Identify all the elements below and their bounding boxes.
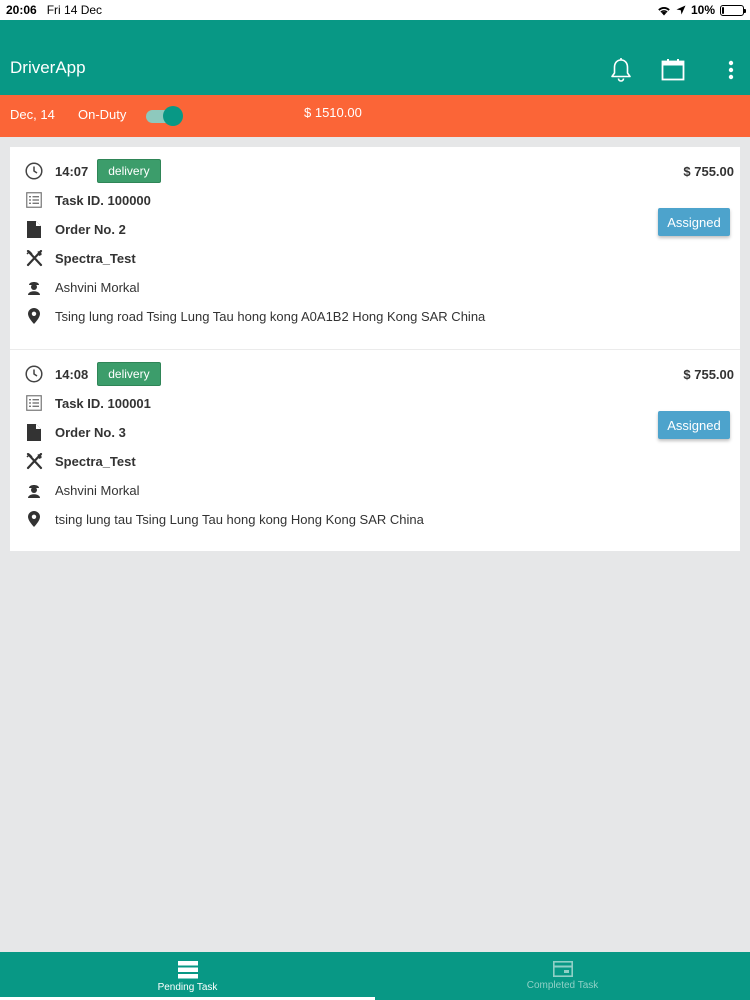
task-type-badge: delivery xyxy=(97,362,161,386)
list-icon xyxy=(24,393,44,413)
driver-icon xyxy=(24,277,44,297)
pending-list-icon xyxy=(177,961,198,979)
battery-fill xyxy=(722,6,724,14)
utensils-icon xyxy=(24,248,44,268)
address-row: tsing lung tau Tsing Lung Tau hong kong … xyxy=(24,508,424,530)
task-amount: $ 755.00 xyxy=(683,367,734,382)
order-number: Order No. 3 xyxy=(55,424,126,440)
document-icon xyxy=(24,219,44,239)
driver-icon xyxy=(24,480,44,500)
task-card[interactable]: 14:08 delivery $ 755.00 Task ID. 100001 … xyxy=(10,350,740,551)
restaurant-name: Spectra_Test xyxy=(55,453,136,469)
status-bar: 20:06 Fri 14 Dec 10% xyxy=(0,0,750,20)
tab-completed-task[interactable]: Completed Task xyxy=(375,952,750,1000)
list-icon xyxy=(24,190,44,210)
task-id: Task ID. 100001 xyxy=(55,395,151,411)
bottom-nav: Pending Task Completed Task xyxy=(0,952,750,1000)
on-duty-toggle[interactable] xyxy=(146,106,184,126)
calendar-button[interactable] xyxy=(658,55,688,85)
task-card[interactable]: 14:07 delivery $ 755.00 Task ID. 100000 … xyxy=(10,147,740,350)
task-time-row: 14:07 delivery xyxy=(24,159,161,183)
duty-label: On-Duty xyxy=(78,107,127,122)
calendar-icon xyxy=(661,59,685,81)
task-time-row: 14:08 delivery xyxy=(24,362,161,386)
task-type-badge: delivery xyxy=(97,159,161,183)
address-row: Tsing lung road Tsing Lung Tau hong kong… xyxy=(24,305,485,327)
order-row: Order No. 3 xyxy=(24,421,126,443)
location-pin-icon xyxy=(24,306,44,326)
app-bar-actions xyxy=(606,55,740,85)
bell-icon xyxy=(611,58,631,82)
location-arrow-icon xyxy=(676,5,686,15)
customer-row: Ashvini Morkal xyxy=(24,479,140,501)
tab-pending-task[interactable]: Pending Task xyxy=(0,952,375,1000)
status-time: 20:06 xyxy=(6,3,37,17)
status-date: Fri 14 Dec xyxy=(46,3,103,17)
duty-bar: Dec, 14 On-Duty $ 1510.00 xyxy=(0,95,750,137)
task-time: 14:07 xyxy=(55,163,89,179)
utensils-icon xyxy=(24,451,44,471)
clock-icon xyxy=(24,364,44,384)
total-amount: $ 1510.00 xyxy=(304,105,362,120)
battery-icon xyxy=(720,4,746,16)
task-address: Tsing lung road Tsing Lung Tau hong kong… xyxy=(55,308,486,324)
notifications-button[interactable] xyxy=(606,55,636,85)
more-vert-icon xyxy=(728,60,734,80)
customer-name: Ashvini Morkal xyxy=(55,482,140,498)
task-time: 14:08 xyxy=(55,366,89,382)
restaurant-name: Spectra_Test xyxy=(55,250,136,266)
assigned-status-button[interactable]: Assigned xyxy=(658,208,730,236)
document-icon xyxy=(24,422,44,442)
customer-name: Ashvini Morkal xyxy=(55,279,140,295)
task-id-row: Task ID. 100000 xyxy=(24,189,151,211)
customer-row: Ashvini Morkal xyxy=(24,276,140,298)
task-amount: $ 755.00 xyxy=(683,164,734,179)
tab-pending-label: Pending Task xyxy=(157,982,218,993)
task-list: 14:07 delivery $ 755.00 Task ID. 100000 … xyxy=(10,147,740,551)
order-row: Order No. 2 xyxy=(24,218,126,240)
order-number: Order No. 2 xyxy=(55,221,126,237)
app-title: DriverApp xyxy=(10,57,86,77)
task-id-row: Task ID. 100001 xyxy=(24,392,151,414)
completed-card-icon xyxy=(552,961,573,977)
assigned-status-button[interactable]: Assigned xyxy=(658,411,730,439)
duty-date: Dec, 14 xyxy=(10,107,55,122)
tab-completed-label: Completed Task xyxy=(526,980,599,991)
location-pin-icon xyxy=(24,509,44,529)
wifi-icon xyxy=(658,6,670,15)
status-right: 10% xyxy=(657,3,746,17)
restaurant-row: Spectra_Test xyxy=(24,247,136,269)
more-options-button[interactable] xyxy=(716,55,746,85)
battery-percent: 10% xyxy=(690,3,715,17)
task-id: Task ID. 100000 xyxy=(55,192,151,208)
clock-icon xyxy=(24,161,44,181)
task-address: tsing lung tau Tsing Lung Tau hong kong … xyxy=(55,511,424,527)
restaurant-row: Spectra_Test xyxy=(24,450,136,472)
app-bar: DriverApp xyxy=(0,20,750,95)
toggle-knob xyxy=(163,106,183,126)
